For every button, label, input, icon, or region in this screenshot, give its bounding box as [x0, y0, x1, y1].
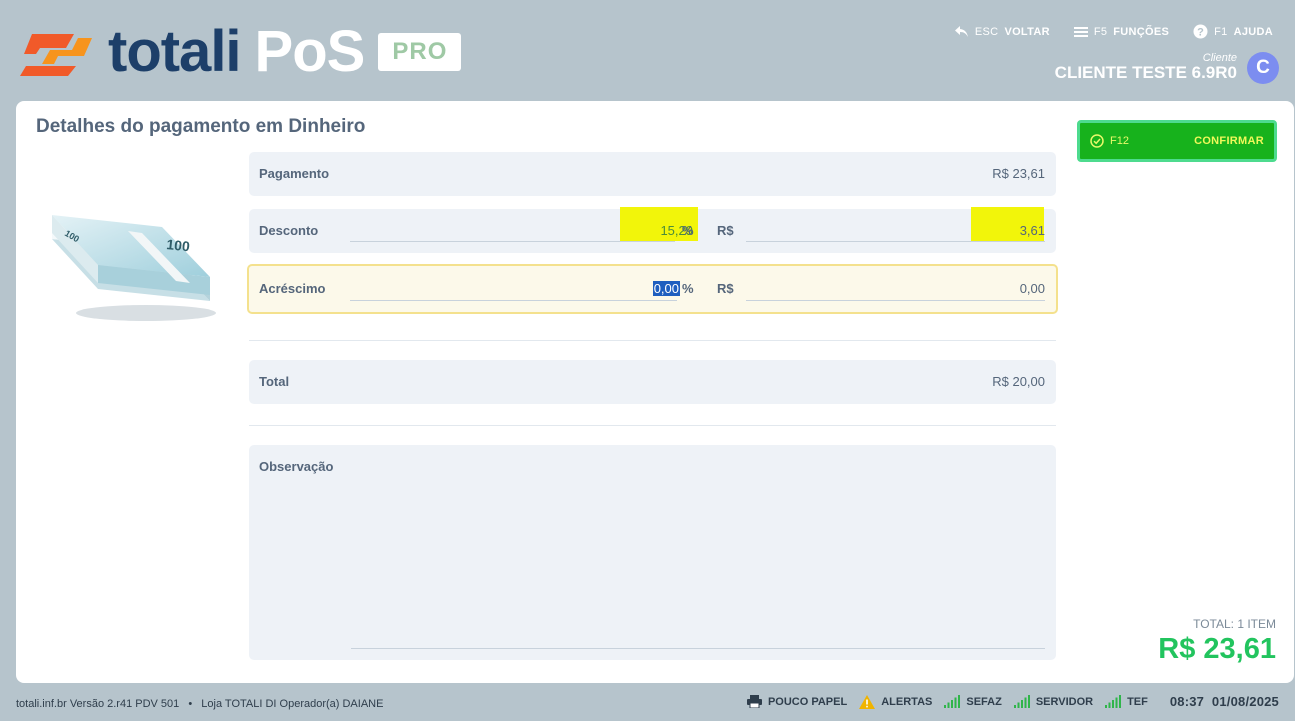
clock-date: 01/08/2025 [1211, 694, 1279, 709]
help-button[interactable]: ? F1 AJUDA [1193, 24, 1273, 39]
cash-bundle-illustration: 100 100 [52, 215, 216, 321]
divider [249, 340, 1056, 341]
status-alerts[interactable]: ALERTAS [859, 694, 933, 709]
total-items-count: TOTAL: 1 ITEM [1193, 617, 1276, 631]
brand-logo: totali PoS PRO [18, 23, 462, 81]
back-arrow-icon [954, 26, 968, 37]
help-label: AJUDA [1233, 25, 1273, 38]
status-tef-label: TEF [1127, 695, 1148, 708]
client-info[interactable]: Cliente CLIENTE TESTE 6.9R0 C [1055, 52, 1279, 84]
total-value: R$ 20,00 [992, 374, 1045, 389]
clock: 08:37 01/08/2025 [1170, 694, 1279, 709]
surcharge-percent-input[interactable]: 0,00 [652, 281, 680, 296]
functions-label: FUNÇÕES [1113, 25, 1170, 38]
discount-percent-underline [350, 241, 675, 242]
status-server[interactable]: SERVIDOR [1013, 695, 1094, 708]
menu-icon [1073, 26, 1088, 37]
discount-label: Desconto [259, 223, 319, 238]
back-shortcut-key: ESC [974, 25, 999, 38]
brand-name-pos: PoS [254, 19, 366, 84]
surcharge-currency-unit: R$ [717, 281, 734, 296]
divider [249, 425, 1056, 426]
totali-logo-icon [20, 34, 92, 76]
discount-amount-underline [746, 241, 1045, 242]
status-alerts-label: ALERTAS [881, 695, 933, 708]
surcharge-amount-underline [746, 300, 1045, 301]
observation-label: Observação [259, 459, 334, 474]
signal-icon [944, 695, 961, 708]
confirm-label: CONFIRMAR [1194, 135, 1264, 147]
status-server-label: SERVIDOR [1035, 695, 1094, 708]
surcharge-percent-underline [350, 300, 677, 301]
status-paper-label: POUCO PAPEL [767, 695, 848, 708]
surcharge-percent-unit: % [682, 281, 694, 296]
brand-tier-badge: PRO [378, 33, 462, 71]
help-shortcut-key: F1 [1214, 25, 1228, 38]
discount-row: Desconto 15,29 % R$ 3,61 [249, 207, 1056, 253]
footer-site: totali.inf.br [16, 698, 67, 710]
discount-currency-unit: R$ [717, 223, 734, 238]
surcharge-row: Acréscimo 0,00 % R$ 0,00 [247, 264, 1058, 314]
surcharge-amount-input[interactable]: 0,00 [1020, 281, 1045, 296]
back-label: VOLTAR [1004, 25, 1050, 38]
observation-field[interactable]: Observação [249, 445, 1056, 660]
payment-details-panel: Detalhes do pagamento em Dinheiro 100 10… [16, 101, 1294, 683]
confirm-button[interactable]: F12 CONFIRMAR [1077, 120, 1277, 162]
warning-icon [859, 694, 876, 709]
observation-underline [351, 648, 1045, 649]
status-bar: totali.inf.br Versão 2.r41 PDV 501 • Loj… [16, 694, 1279, 710]
back-button[interactable]: ESC VOLTAR [954, 25, 1050, 38]
check-circle-icon [1090, 134, 1104, 148]
svg-text:?: ? [1197, 27, 1204, 39]
top-navigation: ESC VOLTAR F5 FUNÇÕES ? F1 AJUDA [954, 24, 1273, 39]
signal-icon [1105, 695, 1122, 708]
functions-shortcut-key: F5 [1093, 25, 1108, 38]
payment-label: Pagamento [259, 166, 330, 181]
footer-version: Versão 2.r41 PDV 501 [69, 698, 180, 710]
status-sefaz[interactable]: SEFAZ [944, 695, 1002, 708]
brand-name-totali: totali [108, 19, 242, 84]
surcharge-label: Acréscimo [259, 281, 326, 296]
confirm-shortcut-key: F12 [1110, 135, 1129, 147]
footer-store-operator: Loja TOTALI DI Operador(a) DAIANE [201, 698, 384, 710]
status-tef[interactable]: TEF [1105, 695, 1148, 708]
total-amount: R$ 23,61 [1158, 633, 1276, 665]
functions-button[interactable]: F5 FUNÇÕES [1073, 25, 1170, 38]
payment-row: Pagamento R$ 23,61 [249, 152, 1056, 196]
svg-text:100: 100 [166, 236, 191, 254]
payment-value: R$ 23,61 [992, 166, 1045, 181]
status-paper[interactable]: POUCO PAPEL [746, 695, 848, 708]
client-avatar[interactable]: C [1247, 52, 1279, 84]
total-label: Total [259, 374, 290, 389]
total-row: Total R$ 20,00 [249, 360, 1056, 404]
page-title: Detalhes do pagamento em Dinheiro [36, 116, 366, 137]
discount-amount-input[interactable]: 3,61 [1020, 223, 1045, 238]
discount-percent-unit: % [682, 223, 694, 238]
signal-icon [1013, 695, 1030, 708]
client-name: CLIENTE TESTE 6.9R0 [1054, 63, 1237, 83]
clock-time: 08:37 [1169, 694, 1205, 709]
printer-icon [746, 695, 762, 708]
status-sefaz-label: SEFAZ [966, 695, 1002, 708]
help-icon: ? [1193, 24, 1208, 39]
